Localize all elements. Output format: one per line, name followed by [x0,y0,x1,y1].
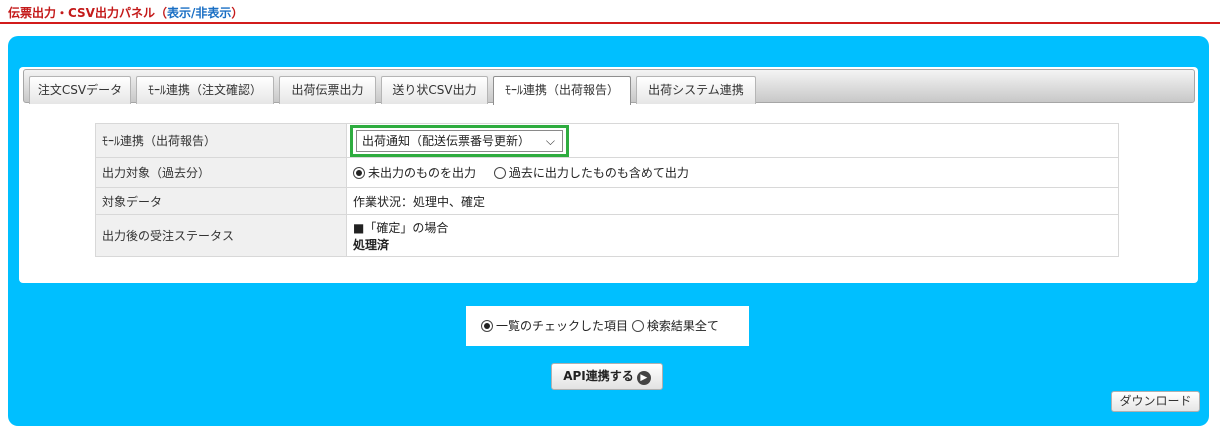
table-row: 出力対象（過去分） 未出力のものを出力 過去に出力したものも含めて出力 [95,157,1119,188]
settings-box: 注文CSVデータ ﾓｰﾙ連携（注文確認） 出荷伝票出力 送り状CSV出力 ﾓｰﾙ… [19,67,1198,283]
post-output-status-label: 出力後の受注ステータス [95,214,347,257]
status-value: 処理済 [353,237,390,252]
post-output-status-cell: ■「確定」の場合 処理済 [346,214,1119,257]
panel-title-close: ） [231,6,244,20]
mall-action-select[interactable]: 出荷通知（配送伝票番号更新） ⌵ [356,129,563,152]
download-button[interactable]: ダウンロード [1111,391,1200,412]
tab-mall-shipping-report[interactable]: ﾓｰﾙ連携（出荷報告） [493,76,631,105]
api-link-button-label: API連携する [563,369,634,383]
api-link-button[interactable]: API連携する ▶ [551,363,663,390]
scope-choice-box: 一覧のチェックした項目 検索結果全て [466,306,749,346]
radio-button[interactable] [493,167,506,179]
table-row: ﾓｰﾙ連携（出荷報告） 出荷通知（配送伝票番号更新） ⌵ [95,123,1119,158]
radio-label: 未出力のものを出力 [368,166,477,180]
settings-table: ﾓｰﾙ連携（出荷報告） 出荷通知（配送伝票番号更新） ⌵ 出力対象（過去分） 未… [95,123,1119,257]
output-target-cell: 未出力のものを出力 過去に出力したものも含めて出力 [346,157,1119,188]
mall-action-select-value: 出荷通知（配送伝票番号更新） [362,133,531,148]
radio-include-exported[interactable]: 過去に出力したものも含めて出力 [493,166,689,180]
radio-label: 検索結果全て [646,319,719,333]
tab-mall-order-confirm[interactable]: ﾓｰﾙ連携（注文確認） [136,76,274,104]
target-data-label: 対象データ [95,187,347,215]
radio-label: 過去に出力したものも含めて出力 [508,166,689,180]
panel-header: 伝票出力・CSV出力パネル（表示/非表示） [0,0,1220,24]
highlight-frame: 出荷通知（配送伝票番号更新） ⌵ [350,124,569,157]
panel-title: 伝票出力・CSV出力パネル（ [8,6,167,20]
mall-link-cell: 出荷通知（配送伝票番号更新） ⌵ [346,123,1119,158]
target-data-value: 作業状況：処理中、確定 [346,187,1119,215]
mall-link-label: ﾓｰﾙ連携（出荷報告） [95,123,347,158]
radio-button[interactable] [481,320,493,332]
tab-order-csv[interactable]: 注文CSVデータ [29,76,131,104]
arrow-right-circle-icon: ▶ [636,371,651,385]
tab-bar: 注文CSVデータ ﾓｰﾙ連携（注文確認） 出荷伝票出力 送り状CSV出力 ﾓｰﾙ… [23,69,1195,105]
output-panel: 注文CSVデータ ﾓｰﾙ連携（注文確認） 出荷伝票出力 送り状CSV出力 ﾓｰﾙ… [8,36,1209,426]
radio-all-results[interactable]: 検索結果全て [631,319,719,333]
table-row: 出力後の受注ステータス ■「確定」の場合 処理済 [95,214,1119,257]
tab-shipping-system[interactable]: 出荷システム連携 [636,76,756,104]
radio-unexported[interactable]: 未出力のものを出力 [353,166,476,180]
radio-checked-items[interactable]: 一覧のチェックした項目 [481,319,628,333]
output-target-label: 出力対象（過去分） [95,157,347,188]
radio-button[interactable] [631,320,644,332]
chevron-down-icon: ⌵ [545,133,555,148]
tab-shipping-slip[interactable]: 出荷伝票出力 [279,76,376,104]
table-row: 対象データ 作業状況：処理中、確定 [95,187,1119,215]
radio-label: 一覧のチェックした項目 [496,319,629,333]
tab-invoice-csv[interactable]: 送り状CSV出力 [381,76,488,104]
toggle-visibility-link[interactable]: 表示/非表示 [167,6,231,20]
status-condition: ■「確定」の場合 [353,220,449,235]
radio-button[interactable] [353,167,365,179]
